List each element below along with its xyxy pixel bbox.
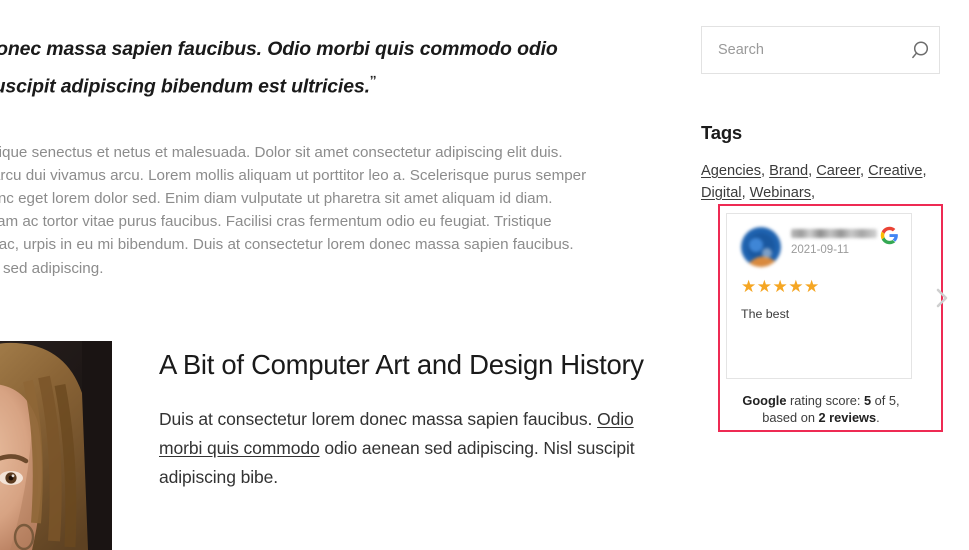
- body-line: da fames ac, urpis in eu mi bibendum. Du…: [0, 236, 574, 254]
- tag-separator: ,: [922, 163, 927, 179]
- post-excerpt: Duis at consectetur lorem donec massa sa…: [159, 405, 660, 492]
- tag-separator: ,: [860, 163, 869, 179]
- google-rating-summary: Google rating score: 5 of 5, based on 2 …: [724, 392, 918, 426]
- portrait-photo-graphic: [0, 341, 112, 550]
- tag-link-brand[interactable]: Brand: [769, 163, 808, 179]
- tag-link-career[interactable]: Career: [816, 163, 860, 179]
- tags-list: Agencies, Brand, Career, Creative, Digit…: [701, 160, 953, 204]
- rating-suffix: .: [876, 410, 880, 425]
- search-input[interactable]: [702, 42, 905, 58]
- tags-widget-title: Tags: [701, 122, 743, 143]
- review-date: 2021-09-11: [791, 244, 849, 256]
- google-reviews-widget: 2021-09-11 ★★★★★ The best Google rating …: [720, 206, 948, 430]
- reviewer-name-blurred: [791, 229, 877, 238]
- rating-brand: Google: [742, 393, 787, 408]
- blockquote-line-2: . Nisl suscipit adipiscing bibendum est …: [0, 65, 660, 103]
- avatar-image: [741, 227, 781, 267]
- chevron-right-icon: [936, 288, 948, 308]
- body-line: morbi tristique senectus et netus et mal…: [0, 143, 563, 161]
- carousel-next-button[interactable]: [931, 284, 953, 312]
- highlight-box: 2021-09-11 ★★★★★ The best Google rating …: [718, 204, 948, 432]
- search-icon: [911, 40, 928, 58]
- tag-link-webinars[interactable]: Webinars: [750, 185, 811, 201]
- tag-link-agencies[interactable]: Agencies: [701, 163, 761, 179]
- google-g-logo-icon: [880, 226, 899, 245]
- blockquote-end-mark: ˮ: [369, 73, 377, 88]
- blockquote-line-1: orem donec massa sapien faucibus. Odio m…: [0, 38, 558, 60]
- review-header: 2021-09-11: [741, 226, 899, 271]
- rating-review-count: 2 reviews: [818, 410, 877, 425]
- body-line: l turpis nunc eget lorem dolor sed. Enim…: [0, 189, 553, 207]
- body-paragraph: morbi tristique senectus et netus et mal…: [0, 141, 660, 280]
- post-thumbnail-image[interactable]: [0, 341, 112, 550]
- review-card[interactable]: 2021-09-11 ★★★★★ The best: [726, 213, 912, 379]
- tag-link-digital[interactable]: Digital: [701, 185, 742, 201]
- search-submit-button[interactable]: [905, 27, 939, 73]
- page-root: orem donec massa sapien faucibus. Odio m…: [0, 0, 969, 550]
- search-widget[interactable]: [701, 26, 940, 74]
- sidebar: Tags Agencies, Brand, Career, Creative, …: [701, 0, 969, 550]
- tag-separator: ,: [761, 163, 770, 179]
- tag-trailing-separator: ,: [811, 185, 816, 201]
- tag-separator: ,: [808, 163, 817, 179]
- post-title[interactable]: A Bit of Computer Art and Design History: [159, 346, 660, 383]
- review-text: The best: [741, 307, 790, 321]
- article-inner: orem donec massa sapien faucibus. Odio m…: [0, 0, 660, 550]
- tag-separator: ,: [741, 185, 750, 201]
- blockquote: orem donec massa sapien faucibus. Odio m…: [0, 33, 660, 103]
- blockquote-line-2-text: . Nisl suscipit adipiscing bibendum est …: [0, 75, 370, 98]
- review-meta: 2021-09-11: [781, 226, 899, 256]
- post-excerpt-part-1: Duis at consectetur lorem donec massa sa…: [159, 409, 598, 429]
- body-line: s ornare arcu dui vivamus arcu. Lorem mo…: [0, 166, 587, 184]
- rating-mid-1: rating score:: [786, 393, 864, 408]
- rating-mid-2: of 5,: [871, 393, 900, 408]
- tag-link-creative[interactable]: Creative: [868, 163, 922, 179]
- google-g-glyph: [880, 226, 898, 245]
- post-body: A Bit of Computer Art and Design History…: [112, 341, 660, 492]
- article-column: orem donec massa sapien faucibus. Odio m…: [0, 0, 660, 550]
- rating-line2-prefix: based on: [762, 410, 819, 425]
- post-card[interactable]: A Bit of Computer Art and Design History…: [0, 341, 660, 550]
- review-star-rating: ★★★★★: [741, 277, 820, 296]
- body-line: io aenean sed adipiscing.: [0, 259, 104, 277]
- reviewer-avatar: [741, 227, 781, 267]
- body-line: otenti nullam ac tortor vitae purus fauc…: [0, 213, 552, 231]
